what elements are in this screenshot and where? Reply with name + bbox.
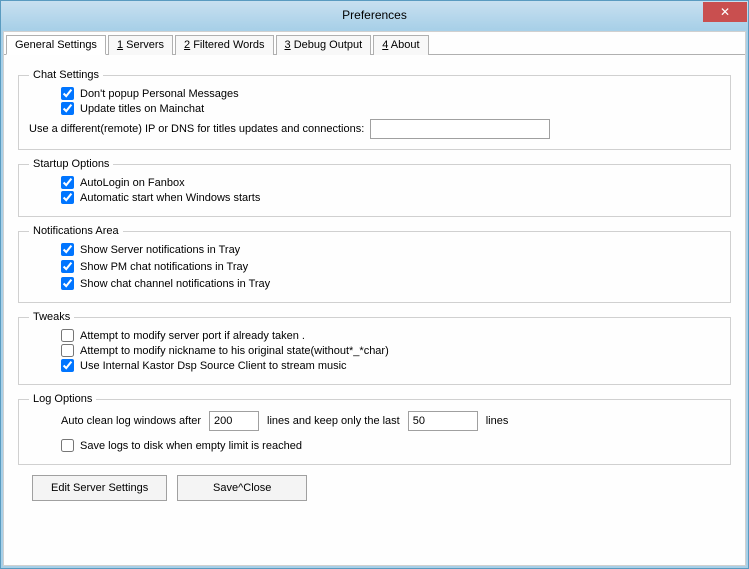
notifications-group: Notifications Area Show Server notificat… — [18, 225, 731, 303]
close-icon: ✕ — [720, 5, 730, 19]
close-button[interactable]: ✕ — [703, 2, 747, 22]
group-legend: Tweaks — [29, 311, 74, 323]
chat-settings-group: Chat Settings Don't popup Personal Messa… — [18, 69, 731, 150]
window-title: Preferences — [1, 8, 748, 22]
preferences-window: Preferences ✕ General Settings 1 Servers… — [0, 0, 749, 569]
checkbox-notify-pm[interactable] — [61, 260, 74, 273]
group-legend: Notifications Area — [29, 225, 123, 237]
checkbox-autostart[interactable] — [61, 191, 74, 204]
save-close-button[interactable]: Save^Close — [177, 475, 307, 501]
row-tweak-kastor: Use Internal Kastor Dsp Source Client to… — [61, 359, 720, 372]
checkbox-log-save-disk[interactable] — [61, 439, 74, 452]
log-keep-last-input[interactable] — [408, 411, 478, 431]
tab-general-settings[interactable]: General Settings — [6, 35, 106, 55]
tab-content: Chat Settings Don't popup Personal Messa… — [4, 59, 745, 511]
row-no-popup: Don't popup Personal Messages — [61, 87, 720, 100]
checkbox-label: Attempt to modify server port if already… — [80, 330, 305, 342]
tab-label: Servers — [123, 39, 164, 51]
log-label-prefix: Auto clean log windows after — [61, 415, 201, 427]
checkbox-notify-server[interactable] — [61, 243, 74, 256]
tab-label: Debug Output — [291, 39, 363, 51]
checkbox-autologin[interactable] — [61, 176, 74, 189]
tweaks-group: Tweaks Attempt to modify server port if … — [18, 311, 731, 385]
checkbox-tweak-nick[interactable] — [61, 344, 74, 357]
log-options-group: Log Options Auto clean log windows after… — [18, 393, 731, 465]
group-legend: Startup Options — [29, 158, 113, 170]
log-label-suffix: lines — [486, 415, 509, 427]
row-autostart: Automatic start when Windows starts — [61, 191, 720, 204]
checkbox-label: Don't popup Personal Messages — [80, 88, 239, 100]
startup-options-group: Startup Options AutoLogin on Fanbox Auto… — [18, 158, 731, 217]
checkbox-label: Use Internal Kastor Dsp Source Client to… — [80, 360, 347, 372]
row-update-titles: Update titles on Mainchat — [61, 102, 720, 115]
checkbox-label: AutoLogin on Fanbox — [80, 177, 185, 189]
titlebar: Preferences ✕ — [1, 1, 748, 29]
row-log-save: Save logs to disk when empty limit is re… — [61, 439, 720, 452]
group-legend: Log Options — [29, 393, 96, 405]
checkbox-label: Save logs to disk when empty limit is re… — [80, 440, 302, 452]
checkbox-label: Attempt to modify nickname to his origin… — [80, 345, 389, 357]
checkbox-tweak-port[interactable] — [61, 329, 74, 342]
row-autologin: AutoLogin on Fanbox — [61, 176, 720, 189]
row-remote-ip: Use a different(remote) IP or DNS for ti… — [29, 119, 720, 139]
checkbox-label: Show PM chat notifications in Tray — [80, 261, 248, 273]
row-notify-pm: Show PM chat notifications in Tray — [61, 260, 720, 273]
tabstrip: General Settings 1 Servers 2 Filtered Wo… — [4, 32, 745, 55]
checkbox-label: Update titles on Mainchat — [80, 103, 204, 115]
group-legend: Chat Settings — [29, 69, 103, 81]
tab-debug-output[interactable]: 3 Debug Output — [276, 35, 372, 55]
tab-label: Filtered Words — [190, 39, 264, 51]
row-log-autoclean: Auto clean log windows after lines and k… — [61, 411, 720, 431]
checkbox-update-titles[interactable] — [61, 102, 74, 115]
checkbox-label: Automatic start when Windows starts — [80, 192, 260, 204]
ip-label: Use a different(remote) IP or DNS for ti… — [29, 123, 364, 135]
checkbox-label: Show chat channel notifications in Tray — [80, 278, 270, 290]
tab-label: General Settings — [15, 39, 97, 51]
edit-server-settings-button[interactable]: Edit Server Settings — [32, 475, 167, 501]
tab-label: About — [388, 39, 419, 51]
checkbox-tweak-kastor[interactable] — [61, 359, 74, 372]
button-row: Edit Server Settings Save^Close — [32, 475, 731, 501]
tab-servers[interactable]: 1 Servers — [108, 35, 173, 55]
tab-about[interactable]: 4 About — [373, 35, 428, 55]
tab-filtered-words[interactable]: 2 Filtered Words — [175, 35, 274, 55]
row-tweak-port: Attempt to modify server port if already… — [61, 329, 720, 342]
log-lines-after-input[interactable] — [209, 411, 259, 431]
row-tweak-nick: Attempt to modify nickname to his origin… — [61, 344, 720, 357]
remote-ip-input[interactable] — [370, 119, 550, 139]
checkbox-label: Show Server notifications in Tray — [80, 244, 240, 256]
row-notify-channel: Show chat channel notifications in Tray — [61, 277, 720, 290]
row-notify-server: Show Server notifications in Tray — [61, 243, 720, 256]
checkbox-notify-channel[interactable] — [61, 277, 74, 290]
checkbox-no-popup-pm[interactable] — [61, 87, 74, 100]
log-label-mid: lines and keep only the last — [267, 415, 400, 427]
client-area: General Settings 1 Servers 2 Filtered Wo… — [3, 31, 746, 566]
